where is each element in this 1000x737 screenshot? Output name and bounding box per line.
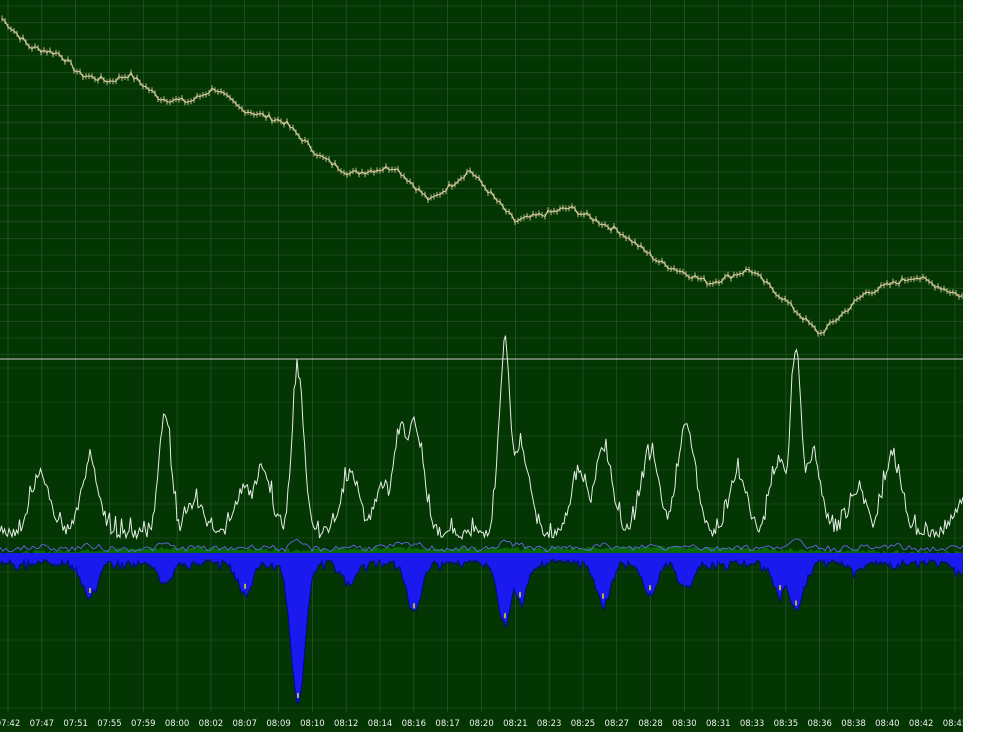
x-tick-label: 08:38 bbox=[841, 719, 866, 729]
x-tick-label: 08:30 bbox=[672, 719, 697, 729]
x-tick-label: 08:35 bbox=[774, 719, 799, 729]
x-tick-label: 07:51 bbox=[63, 719, 88, 729]
x-tick-label: 08:25 bbox=[571, 719, 596, 729]
x-tick-label: 08:07 bbox=[233, 719, 258, 729]
x-tick-label: 08:16 bbox=[402, 719, 427, 729]
x-tick-label: 08:27 bbox=[605, 719, 630, 729]
x-tick-label: 08:33 bbox=[740, 719, 765, 729]
x-tick-label: 08:09 bbox=[266, 719, 291, 729]
x-tick-label: 08:23 bbox=[537, 719, 562, 729]
chart: 07:42 07:47 07:51 07:55 07:59 08:00 08:02 08:07… bbox=[0, 0, 1000, 737]
x-tick-label: 07:47 bbox=[30, 719, 55, 729]
x-tick-label: 08:40 bbox=[875, 719, 900, 729]
x-tick-label: 08:21 bbox=[503, 719, 528, 729]
x-tick-label: 07:42 bbox=[0, 719, 20, 729]
x-tick-label: 07:55 bbox=[97, 719, 122, 729]
x-tick-label: 08:00 bbox=[165, 719, 190, 729]
x-tick-label: 08:02 bbox=[199, 719, 224, 729]
x-axis: 07:42 07:47 07:51 07:55 07:59 08:00 08:02 08:07… bbox=[0, 719, 967, 729]
x-tick-label: 08:31 bbox=[706, 719, 731, 729]
x-tick-label: 08:14 bbox=[368, 719, 393, 729]
x-tick-label: 08:20 bbox=[469, 719, 494, 729]
x-tick-label: 07:59 bbox=[131, 719, 156, 729]
x-tick-label: 08:36 bbox=[807, 719, 832, 729]
x-tick-label: 08:10 bbox=[300, 719, 325, 729]
x-tick-label: 08:45 bbox=[943, 719, 968, 729]
x-tick-label: 08:12 bbox=[334, 719, 359, 729]
x-tick-label: 08:42 bbox=[909, 719, 934, 729]
x-tick-label: 08:17 bbox=[435, 719, 460, 729]
x-tick-label: 08:28 bbox=[638, 719, 663, 729]
